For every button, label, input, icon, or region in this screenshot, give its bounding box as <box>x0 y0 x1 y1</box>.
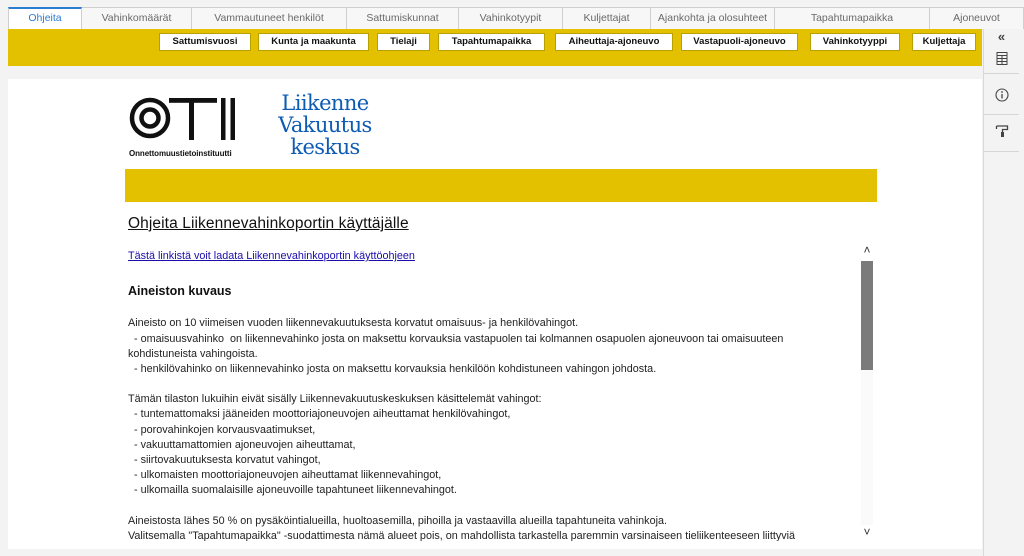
text-scrollbar[interactable]: ˄ ˅ <box>859 243 875 543</box>
oti-logo <box>129 94 239 151</box>
data-pane-icon[interactable] <box>984 47 1019 69</box>
filter-button-kuljettaja[interactable]: Kuljettaja <box>912 33 976 51</box>
closing-text: Aineistosta lähes 50 % on pysäköintialue… <box>128 514 667 527</box>
filter-button-vahinkotyyppi[interactable]: Vahinkotyyppi <box>810 33 900 51</box>
info-icon[interactable] <box>984 84 1019 106</box>
tab-vammautuneet-henkilot[interactable]: Vammautuneet henkilöt <box>192 7 347 29</box>
exclusion-item: - siirtovakuutuksesta korvatut vahingot, <box>128 454 321 467</box>
tab-kuljettajat[interactable]: Kuljettajat <box>563 7 651 29</box>
definition-line: kohdistuneista vahingoista. <box>128 347 258 360</box>
filter-bar-spacer <box>8 66 982 79</box>
oti-caption: Onnettomuustietoinstituutti <box>129 149 232 158</box>
lvk-logo-line: Vakuutus <box>278 113 372 137</box>
tab-vahinkomaarat[interactable]: Vahinkomäärät <box>82 7 192 29</box>
filter-button-aiheuttaja-ajoneuvo[interactable]: Aiheuttaja-ajoneuvo <box>555 33 673 51</box>
exclusion-item: - ulkomaisten moottoriajoneuvojen aiheut… <box>128 469 442 482</box>
oti-logo-mark <box>129 97 235 140</box>
filter-button-tielaji[interactable]: Tielaji <box>377 33 430 51</box>
tab-vahinkotyypit[interactable]: Vahinkotyypit <box>459 7 563 29</box>
collapse-pane-icon[interactable]: « <box>984 29 1019 44</box>
instructions-content: Tästä linkistä voit ladata Liikennevahin… <box>128 249 850 541</box>
section-heading-aineiston-kuvaus: Aineiston kuvaus <box>128 284 232 299</box>
report-viewer: Ohjeita Vahinkomäärät Vammautuneet henki… <box>0 0 1024 556</box>
filter-button-tapahtumapaikka[interactable]: Tapahtumapaikka <box>438 33 545 51</box>
lvk-logo-line: Liikenne <box>281 91 369 115</box>
instructions-textbox[interactable]: Tästä linkistä voit ladata Liikennevahin… <box>126 239 876 541</box>
tab-ajoneuvot[interactable]: Ajoneuvot <box>930 7 1024 29</box>
scroll-down-icon[interactable]: ˅ <box>859 525 875 539</box>
scroll-thumb[interactable] <box>861 261 873 370</box>
manual-download-link[interactable]: Tästä linkistä voit ladata Liikennevahin… <box>128 250 415 262</box>
scroll-up-icon[interactable]: ˄ <box>859 243 875 257</box>
tab-sattumiskunnat[interactable]: Sattumiskunnat <box>347 7 459 29</box>
definition-line: - henkilövahinko on liikennevahinko jost… <box>128 363 657 376</box>
lvk-logo-line: keskus <box>290 135 360 159</box>
filter-navigation-bar: Sattumisvuosi Kunta ja maakunta Tielaji … <box>8 29 982 66</box>
tab-ajankohta-ja-olosuhteet[interactable]: Ajankohta ja olosuhteet <box>651 7 775 29</box>
page-tabs: Ohjeita Vahinkomäärät Vammautuneet henki… <box>8 7 1024 30</box>
rail-divider <box>984 73 1019 74</box>
header-yellow-band <box>125 169 877 202</box>
filter-button-sattumisvuosi[interactable]: Sattumisvuosi <box>159 33 251 51</box>
exclusion-item: - porovahinkojen korvausvaatimukset, <box>128 423 316 436</box>
exclusion-item: - tuntemattomaksi jääneiden moottoriajon… <box>128 408 511 421</box>
exclusion-item: - ulkomailla suomalaisille ajoneuvoille … <box>128 484 457 497</box>
exclusion-item: - vakuuttamattomien ajoneuvojen aiheutta… <box>128 438 356 451</box>
intro-text: Aineisto on 10 viimeisen vuoden liikenne… <box>128 317 579 330</box>
liikennevakuutuskeskus-logo: Liikenne Vakuutus keskus <box>270 92 380 158</box>
definition-line: - omaisuusvahinko on liikennevahinko jos… <box>128 332 784 345</box>
rail-divider <box>984 114 1019 115</box>
tab-tapahtumapaikka[interactable]: Tapahtumapaikka <box>775 7 930 29</box>
filter-button-kunta-ja-maakunta[interactable]: Kunta ja maakunta <box>258 33 369 51</box>
exclusions-intro: Tämän tilaston lukuihin eivät sisälly Li… <box>128 393 542 406</box>
filter-button-vastapuoli-ajoneuvo[interactable]: Vastapuoli-ajoneuvo <box>681 33 798 51</box>
closing-text: Valitsemalla "Tapahtumapaikka" -suodatti… <box>128 529 796 541</box>
page-title: Ohjeita Liikennevahinkoportin käyttäjäll… <box>128 215 409 232</box>
tab-ohjeita[interactable]: Ohjeita <box>8 7 82 30</box>
rail-divider <box>984 151 1019 152</box>
side-pane-rail: « <box>983 29 1019 556</box>
report-page: Onnettomuustietoinstituutti Liikenne Vak… <box>8 79 982 549</box>
format-paint-icon[interactable] <box>984 120 1019 142</box>
